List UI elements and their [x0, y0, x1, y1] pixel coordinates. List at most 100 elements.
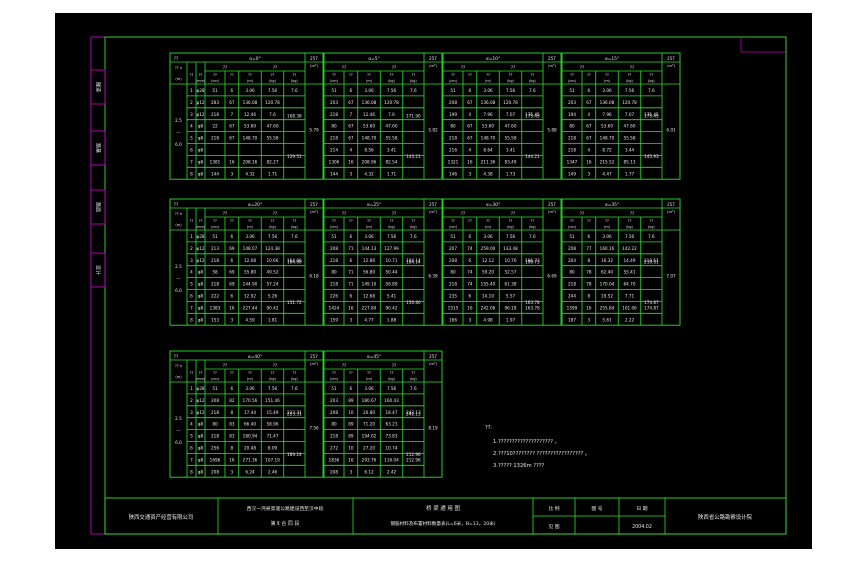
cell-value: 6 — [190, 446, 193, 451]
volume-label: 257 — [429, 56, 437, 61]
col-unit: (cm) — [330, 79, 338, 83]
header-mark: ?? — [273, 363, 277, 368]
cell-value: 1.97 — [506, 317, 516, 322]
cell-value: φ8 — [198, 469, 204, 474]
cell-value: 120.78 — [265, 100, 280, 105]
col-header: ?? — [230, 371, 234, 375]
subtotal-value: 175.45 — [644, 113, 659, 118]
cell-value: 53.60 — [601, 124, 613, 129]
col-header: ?? — [230, 73, 234, 77]
volume-label: 257 — [310, 56, 318, 61]
angle-label: α=25° — [367, 202, 381, 208]
col-header: ?? — [530, 73, 534, 77]
cell-value: 16 — [348, 457, 354, 462]
cell-value: 14.10 — [482, 294, 494, 299]
cell-value: 67 — [467, 100, 473, 105]
cell-value: 3 — [231, 469, 234, 474]
cell-value: 7.6 — [648, 234, 655, 239]
col-unit: (kg) — [507, 225, 514, 229]
cell-value: 7 — [190, 457, 193, 462]
cell-value: 6 — [588, 234, 591, 239]
rebar-table-2: α=10° 257 (m³)?? ???? (cm)?? ?? (m)?? (kg)?? (kg… — [442, 52, 562, 180]
cell-value: 259.00 — [481, 246, 496, 251]
cell-value: 51 — [212, 234, 218, 239]
volume-label: 257 — [548, 56, 556, 61]
col-unit: (cm) — [211, 377, 219, 381]
note-line: 1.???????????????????? 。 — [493, 439, 560, 445]
cell-value: 51 — [331, 386, 337, 391]
cell-value: 10.71 — [386, 258, 398, 263]
cell-value: 89 — [348, 422, 354, 427]
cell-value: 16 — [586, 305, 592, 310]
volume-value: 5.82 — [428, 128, 438, 133]
angle-label: α=5° — [368, 56, 380, 62]
cell-value: 56.80 — [363, 270, 375, 275]
angle-label: α=35° — [605, 202, 619, 208]
cell-value: 55.41 — [624, 270, 636, 275]
cell-value: 215.52 — [600, 159, 615, 164]
title-block-field: 图 号 — [591, 506, 602, 512]
header-mark: ?? — [392, 65, 396, 70]
cell-value: 148.70 — [600, 136, 615, 141]
subtotal-value: 210.51 — [644, 259, 659, 264]
cell-value: 208 — [330, 246, 338, 251]
col-header: ?? — [509, 73, 513, 77]
cell-value: 283 — [211, 100, 219, 105]
col-unit: (m) — [366, 377, 373, 381]
cell-value: 7.6 — [410, 386, 417, 391]
header-mark: ?? — [461, 65, 465, 70]
col-header: ?? — [332, 371, 336, 375]
span-unit: (m) — [175, 77, 182, 81]
cell-value: 59.20 — [482, 270, 494, 275]
cell-value: 3 — [190, 112, 193, 117]
col-unit: (kg) — [529, 225, 536, 229]
col-unit: (mm) — [196, 225, 206, 229]
volume-value: 6.01 — [666, 128, 676, 133]
cell-value: 7 — [231, 112, 234, 117]
cell-value: 218 — [211, 258, 219, 263]
rebar-table-9: α=45° 257 (m³)?? ???? (cm)?? ?? (m)?? (kg)?? (kg… — [323, 350, 443, 478]
outer-border — [90, 36, 787, 535]
cell-value: 4.47 — [602, 171, 612, 176]
cell-value: 3.06 — [602, 88, 612, 93]
cell-value: 67 — [348, 124, 354, 129]
col-header: ?? — [509, 219, 513, 223]
span-unit: (m) — [175, 223, 182, 227]
col-unit: (kg) — [388, 377, 395, 381]
cell-value: 6 — [350, 294, 353, 299]
span-unit: (m) — [175, 375, 182, 379]
title-block-border — [104, 497, 787, 535]
cell-value: 74 — [467, 270, 473, 275]
col-unit: (kg) — [269, 79, 276, 83]
rebar-table-3: α=15° 257 (m³)?? ???? (cm)?? ?? (m)?? (kg)?? (kg… — [561, 52, 681, 180]
cell-value: 3 — [350, 317, 353, 322]
cell-value: 218 — [211, 434, 219, 439]
col-unit: (kg) — [410, 225, 417, 229]
cell-value: 5 — [190, 136, 193, 141]
cell-value: 47.60 — [267, 124, 279, 129]
col-unit: (cm) — [330, 377, 338, 381]
col-header: ?? — [248, 371, 252, 375]
drawing-title: 桥 梁 通 用 图 — [426, 504, 460, 512]
cell-value: 3 — [350, 469, 353, 474]
cell-value: 67 — [586, 124, 592, 129]
cell-value: 6 — [469, 294, 472, 299]
col-header: ?? — [570, 73, 574, 77]
side-tab-label: 设计 — [95, 265, 102, 275]
cell-value: 8 — [588, 294, 591, 299]
col-header: ?? — [411, 371, 415, 375]
cell-value: 218 — [568, 148, 576, 153]
cell-value: 242.06 — [481, 305, 496, 310]
col-unit: (m) — [366, 225, 373, 229]
header-mark: ?? — [174, 202, 178, 207]
cell-value: φ12 — [196, 100, 204, 105]
volume-unit: (m³) — [310, 210, 318, 214]
cell-value: 74 — [467, 282, 473, 287]
cell-value: 80 — [569, 124, 575, 129]
cell-value: 3 — [469, 317, 472, 322]
cell-value: 16.32 — [601, 258, 613, 263]
col-unit: (kg) — [410, 377, 417, 381]
col-header: ?? — [451, 73, 455, 77]
cell-value: 1 — [190, 88, 193, 93]
volume-value: 7.56 — [309, 426, 319, 431]
